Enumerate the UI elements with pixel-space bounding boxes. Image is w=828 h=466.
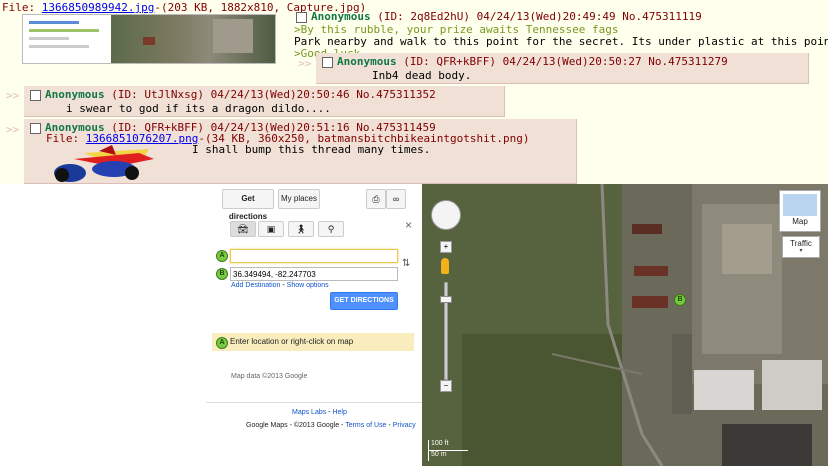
labs-help-links: Maps Labs - Help	[292, 409, 347, 416]
terms-link[interactable]: Terms of Use	[345, 422, 386, 429]
add-destination-link[interactable]: Add Destination	[231, 282, 280, 289]
reply-arrows: >>	[6, 89, 20, 102]
reply-post: Anonymous (ID: QFR+kBFF) 04/24/13(Wed)20…	[316, 53, 809, 84]
help-link[interactable]: Help	[332, 409, 346, 416]
walk-icon: 🚶︎	[295, 224, 307, 234]
post-checkbox[interactable]	[30, 89, 41, 101]
reply-text: Inb4 dead body.	[372, 69, 472, 82]
map-data-attribution: Map data ©2013 Google	[231, 373, 308, 380]
privacy-link[interactable]: Privacy	[393, 422, 416, 429]
pan-control[interactable]	[431, 200, 461, 230]
file-link[interactable]: 1366850989942.jpg	[42, 1, 155, 14]
mode-bike-button[interactable]: ⚲	[318, 221, 344, 237]
reply-image-thumbnail[interactable]	[44, 143, 160, 183]
satellite-map[interactable]: + − Map Traffic ▾ B 100 ft 50 m	[422, 184, 828, 466]
reply-arrows: >>	[298, 57, 312, 70]
maps-side-panel: Get directions My places ⎙ ∞ × 🚘︎ ▣ 🚶︎ ⚲…	[0, 184, 422, 466]
scale-feet-label: 100 ft	[428, 440, 468, 451]
poster-name: Anonymous	[311, 10, 371, 23]
poster-name: Anonymous	[45, 88, 105, 101]
get-directions-button[interactable]: Get directions	[222, 189, 274, 221]
swap-locations-button[interactable]: ⇅	[402, 258, 410, 269]
post-meta: (ID: UtJlNxsg) 04/24/13(Wed)20:50:46	[111, 88, 350, 101]
mode-walk-button[interactable]: 🚶︎	[288, 221, 314, 237]
scale-bar: 100 ft 50 m	[428, 440, 468, 462]
pegman-icon[interactable]	[441, 258, 449, 274]
marker-a-icon: A	[216, 250, 228, 262]
zoom-out-button[interactable]: −	[440, 380, 452, 392]
destination-map-marker[interactable]: B	[674, 294, 686, 306]
reply-text: I shall bump this thread many times.	[192, 143, 431, 156]
post-checkbox[interactable]	[322, 56, 333, 68]
traffic-layer-button[interactable]: Traffic ▾	[782, 236, 820, 258]
print-button[interactable]: ⎙	[366, 189, 386, 209]
close-panel-button[interactable]: ×	[405, 218, 412, 232]
post-header: Anonymous (ID: 2q8Ed2hU) 04/24/13(Wed)20…	[296, 10, 702, 23]
post-number-link[interactable]: No.475311279	[648, 55, 727, 68]
post-text-line: Park nearby and walk to this point for t…	[294, 35, 828, 48]
poster-name: Anonymous	[337, 55, 397, 68]
swap-icon: ⇅	[402, 258, 411, 269]
start-location-input[interactable]	[230, 249, 398, 263]
zoom-in-button[interactable]: +	[440, 241, 452, 253]
hint-text: Enter location or right-click on map	[230, 337, 354, 346]
post-checkbox[interactable]	[296, 11, 307, 23]
destination-input[interactable]	[230, 267, 398, 281]
post-number-link[interactable]: No.475311352	[356, 88, 435, 101]
car-icon: 🚘︎	[237, 224, 249, 234]
bike-icon: ⚲	[327, 224, 335, 234]
traffic-layer-label: Traffic	[790, 239, 812, 248]
post-thumbnail[interactable]	[22, 14, 276, 64]
map-layer-button[interactable]: Map	[779, 190, 821, 232]
file-label: File:	[2, 1, 36, 14]
plus-icon: +	[443, 242, 449, 251]
satellite-imagery	[422, 184, 828, 466]
map-thumbnail	[783, 194, 817, 216]
maps-footer: Google Maps - ©2013 Google - Terms of Us…	[246, 422, 416, 429]
zoom-slider-handle[interactable]	[440, 296, 452, 303]
map-layer-label: Map	[792, 217, 808, 226]
reply-post: Anonymous (ID: UtJlNxsg) 04/24/13(Wed)20…	[24, 86, 505, 117]
post-checkbox[interactable]	[30, 122, 41, 134]
divider	[206, 402, 422, 403]
chevron-down-icon: ▾	[799, 248, 803, 254]
link-icon: ∞	[392, 194, 400, 204]
destination-options: Add Destination - Show options	[231, 282, 329, 289]
post-meta: (ID: 2q8Ed2hU) 04/24/13(Wed)20:49:49	[377, 10, 616, 23]
post-meta: (ID: QFR+kBFF) 04/24/13(Wed)20:50:27	[403, 55, 642, 68]
show-options-link[interactable]: Show options	[287, 282, 329, 289]
mode-transit-button[interactable]: ▣	[258, 221, 284, 237]
post-number-link[interactable]: No.475311119	[622, 10, 701, 23]
scale-meters-label: 50 m	[428, 451, 468, 461]
footer-copyright: Google Maps - ©2013 Google -	[246, 422, 346, 429]
my-places-button[interactable]: My places	[278, 189, 320, 209]
transit-icon: ▣	[266, 224, 276, 234]
minus-icon: −	[443, 381, 449, 390]
print-icon: ⎙	[372, 194, 380, 204]
marker-a-icon: A	[216, 337, 228, 349]
mode-car-button[interactable]: 🚘︎	[230, 221, 256, 237]
reply-text: i swear to god if its a dragon dildo....	[66, 102, 331, 115]
marker-b-icon: B	[216, 268, 228, 280]
link-button[interactable]: ∞	[386, 189, 406, 209]
reply-arrows: >>	[6, 123, 20, 136]
close-icon: ×	[405, 218, 413, 232]
get-directions-submit-button[interactable]: GET DIRECTIONS	[330, 292, 398, 310]
maps-labs-link[interactable]: Maps Labs	[292, 409, 326, 416]
reply-post: Anonymous (ID: QFR+kBFF) 04/24/13(Wed)20…	[24, 119, 577, 184]
